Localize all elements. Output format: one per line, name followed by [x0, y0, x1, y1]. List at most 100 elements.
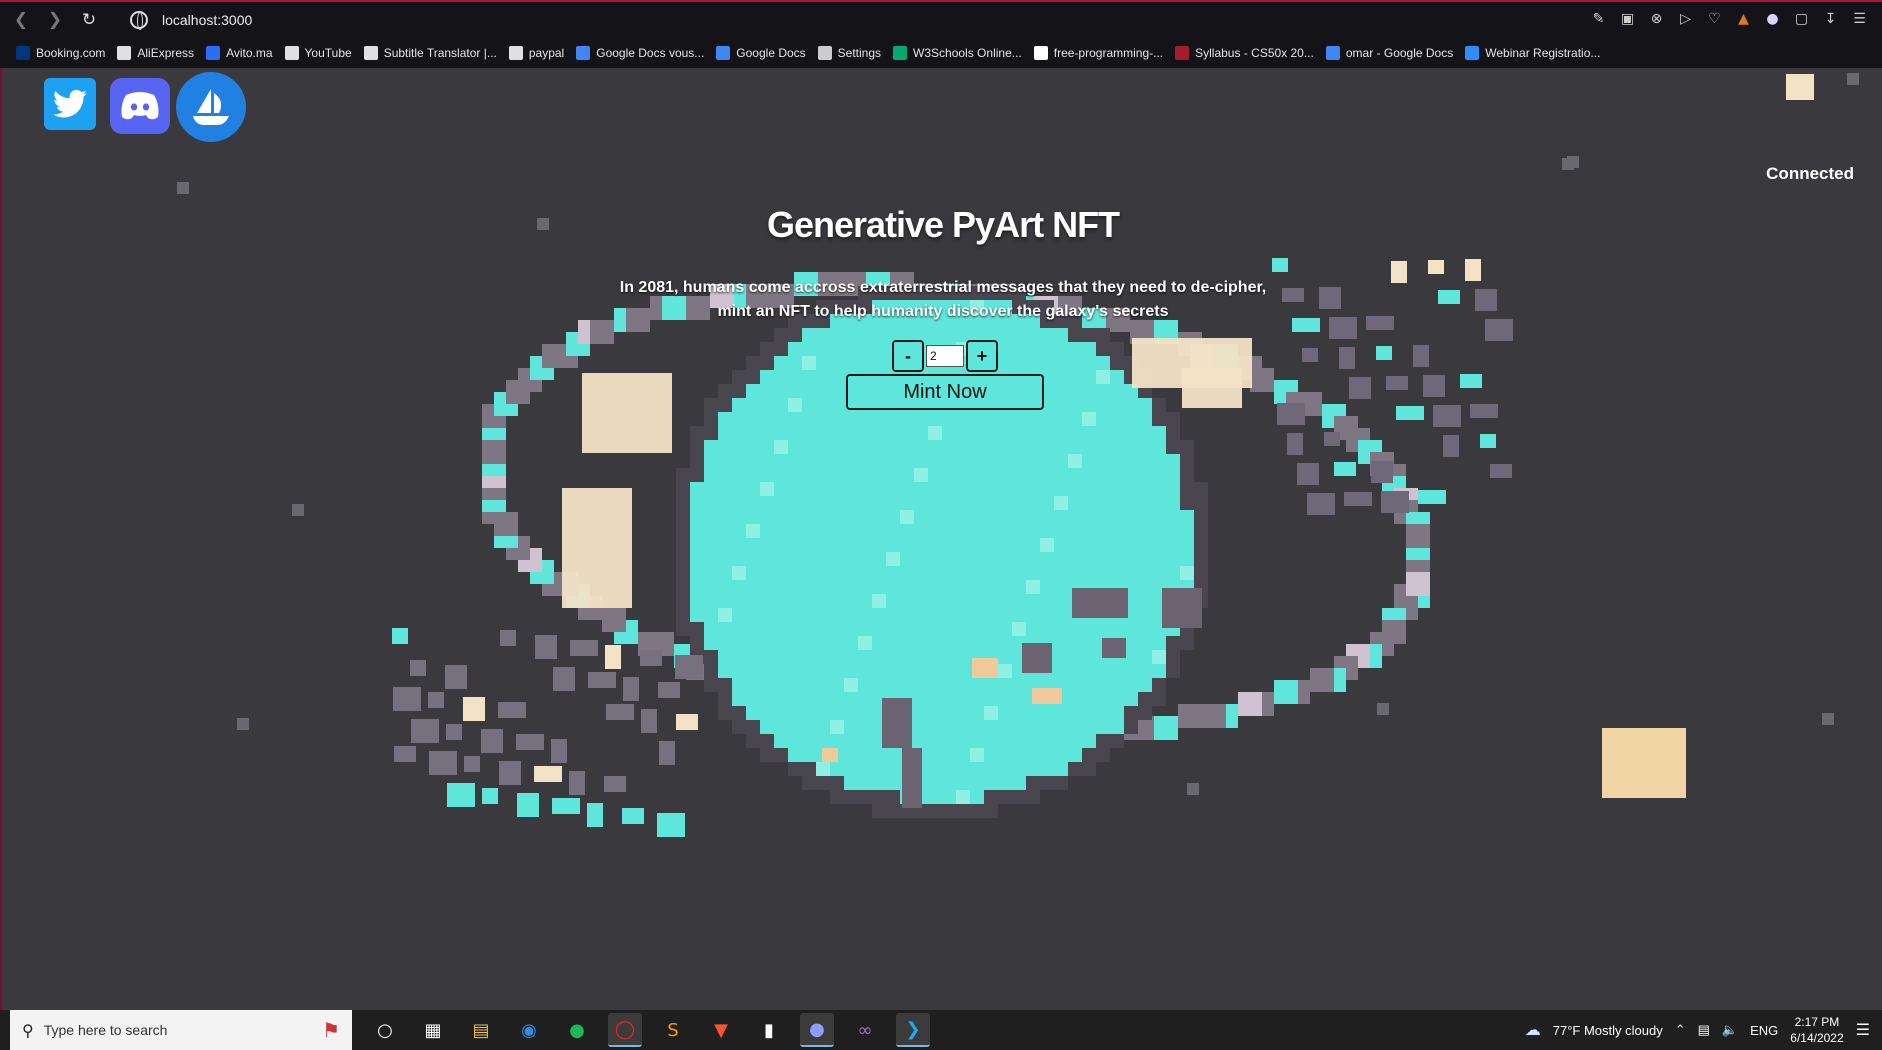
planet-pixel [732, 454, 746, 468]
bookmark-item[interactable]: omar - Google Docs [1325, 46, 1453, 60]
wallet-status: Connected [1766, 164, 1854, 183]
planet-pixel [802, 510, 816, 524]
clock[interactable]: 2:17 PM 6/14/2022 [1790, 1014, 1843, 1046]
debris-pixel [640, 650, 662, 666]
planet-pixel [1110, 342, 1124, 356]
spotify-icon[interactable]: ● [560, 1013, 594, 1047]
opensea-link[interactable] [176, 72, 246, 142]
ring-pixel [1178, 704, 1202, 728]
file-explorer-icon[interactable]: ▤ [464, 1013, 498, 1047]
debris-pixel [498, 702, 526, 718]
download-icon[interactable]: ↧ [1822, 10, 1839, 27]
planet-pixel [956, 734, 970, 748]
vscode-icon[interactable]: ❯ [896, 1013, 930, 1047]
planet-pixel [760, 412, 774, 426]
task-view-icon[interactable]: ▦ [416, 1013, 450, 1047]
back-icon[interactable]: ❮ [8, 7, 34, 33]
terminal-icon[interactable]: ▮ [752, 1013, 786, 1047]
discord-app-icon[interactable]: ● [800, 1013, 834, 1047]
bookmark-item[interactable]: W3Schools Online... [893, 46, 1022, 60]
heart-icon[interactable]: ♡ [1706, 10, 1723, 27]
reload-icon[interactable]: ↻ [76, 7, 102, 33]
chevron-up-icon[interactable]: ⌃ [1675, 1022, 1686, 1038]
aria-icon[interactable]: ● [1764, 10, 1781, 27]
planet-pixel [956, 762, 970, 776]
planet-pixel [872, 342, 886, 356]
cortana-icon[interactable]: ○ [368, 1013, 402, 1047]
bookmark-item[interactable]: Avito.ma [206, 46, 273, 60]
weather-text[interactable]: 77°F Mostly cloudy [1553, 1023, 1663, 1038]
planet-pixel [984, 636, 998, 650]
bookmark-item[interactable]: Google Docs [716, 46, 806, 60]
bookmark-item[interactable]: Webinar Registratio... [1465, 46, 1600, 60]
bookmark-item[interactable]: Syllabus - CS50x 20... [1175, 46, 1314, 60]
bookmark-item[interactable]: Booking.com [16, 46, 105, 60]
debris-pixel [392, 628, 408, 644]
planet-pixel [928, 482, 942, 496]
debris-pixel [1349, 377, 1371, 399]
planet-pixel [802, 678, 816, 692]
opera-icon[interactable]: ◯ [608, 1013, 642, 1047]
mint-button[interactable]: Mint Now [846, 374, 1044, 410]
metamask-icon[interactable]: ▲ [1735, 10, 1752, 27]
planet-pixel [1110, 678, 1124, 692]
bookmark-item[interactable]: Subtitle Translator |... [363, 46, 497, 60]
planet-pixel [1040, 762, 1054, 776]
site-info-icon[interactable] [130, 11, 148, 30]
network-icon[interactable]: ▤ [1698, 1022, 1710, 1038]
planet-pixel [816, 356, 830, 370]
debris-pixel [394, 746, 416, 762]
debris-pixel [1324, 432, 1340, 446]
camera-icon[interactable]: ▣ [1619, 10, 1636, 27]
planet-pixel [676, 580, 690, 594]
bookmark-item[interactable]: Settings [817, 46, 881, 60]
planet-pixel [718, 510, 732, 524]
box-icon[interactable]: ▢ [1793, 10, 1810, 27]
planet-pixel [1026, 776, 1040, 790]
bookmark-item[interactable]: free-programming-... [1033, 46, 1163, 60]
photos-icon[interactable]: ◉ [512, 1013, 546, 1047]
bookmark-label: Booking.com [36, 46, 106, 60]
planet-pixel [1124, 706, 1138, 720]
planet-pixel [1096, 496, 1110, 510]
planet-pixel [900, 538, 914, 552]
quantity-input[interactable] [926, 345, 964, 367]
planet-pixel [760, 384, 774, 398]
sublime-icon[interactable]: S [656, 1013, 690, 1047]
planet-pixel [1040, 776, 1054, 790]
close-circle-icon[interactable]: ⊗ [1648, 10, 1665, 27]
planet-pixel [1068, 398, 1082, 412]
language-indicator[interactable]: ENG [1750, 1023, 1778, 1038]
volume-icon[interactable]: 🔈 [1722, 1022, 1738, 1038]
address-bar[interactable]: localhost:3000 [162, 12, 252, 28]
planet-pixel [886, 510, 900, 524]
planet-pixel [1138, 482, 1152, 496]
menu-icon[interactable]: ☰ [1851, 10, 1868, 27]
planet-pixel [676, 510, 690, 524]
taskbar-search[interactable]: ⚲ Type here to search ⚑ [10, 1010, 352, 1050]
planet-pixel [942, 622, 956, 636]
play-icon[interactable]: ▷ [1677, 10, 1694, 27]
edit-icon[interactable]: ✎ [1590, 10, 1607, 27]
bookmark-item[interactable]: AliExpress [117, 46, 194, 60]
planet-pixel [1166, 650, 1180, 664]
planet-pixel [1152, 454, 1166, 468]
twitter-link[interactable] [44, 78, 96, 130]
brave-icon[interactable]: ▼ [704, 1013, 738, 1047]
planet-pixel [1110, 440, 1124, 454]
planet-pixel [802, 636, 816, 650]
forward-icon[interactable]: ❯ [42, 7, 68, 33]
bookmark-item[interactable]: YouTube [284, 46, 352, 60]
planet-pixel [872, 454, 886, 468]
planet-pixel [914, 594, 928, 608]
notification-icon[interactable]: ☰ [1856, 1020, 1870, 1040]
planet-pixel [1012, 678, 1026, 692]
decrement-button[interactable]: - [892, 340, 924, 372]
increment-button[interactable]: + [966, 340, 998, 372]
planet-pixel [956, 790, 970, 804]
bookmark-item[interactable]: Google Docs vous... [576, 46, 704, 60]
bookmark-item[interactable]: paypal [508, 46, 564, 60]
visual-studio-icon[interactable]: ∞ [848, 1013, 882, 1047]
discord-link[interactable] [110, 78, 170, 134]
planet-pixel [816, 342, 830, 356]
